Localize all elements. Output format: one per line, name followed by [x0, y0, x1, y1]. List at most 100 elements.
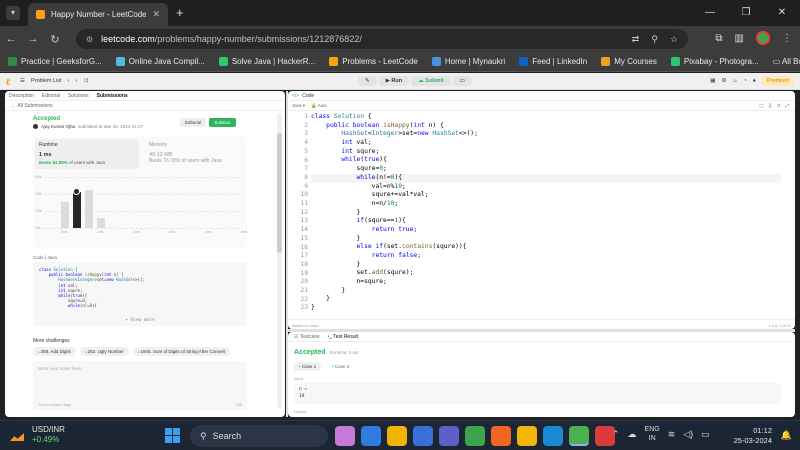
runtime-card[interactable]: Runtime 1 ms Beats 84.85% of users with …: [35, 139, 139, 169]
bookmark-item[interactable]: My Courses: [601, 57, 657, 66]
tab-submissions[interactable]: Submissions: [97, 93, 128, 99]
chevron-up-icon[interactable]: ⌃: [612, 429, 620, 440]
next-problem-icon[interactable]: ›: [75, 78, 77, 84]
tab-test-result[interactable]: ›_ Test Result: [328, 334, 358, 340]
menu-icon[interactable]: ⋮: [782, 33, 792, 44]
tab-testcase[interactable]: ☑ Testcase: [294, 334, 320, 340]
fullscreen-icon[interactable]: ⤢: [785, 103, 789, 109]
widget-app-icon[interactable]: [335, 426, 355, 446]
leetcode-logo-icon[interactable]: ℓ: [6, 77, 15, 87]
list-icon[interactable]: ☰: [20, 78, 25, 84]
code-line[interactable]: else if(set.contains(squre)){: [311, 243, 781, 252]
code-line[interactable]: }: [311, 235, 781, 244]
copilot-icon[interactable]: [361, 426, 381, 446]
histogram-bar[interactable]: [61, 202, 69, 228]
tab-description[interactable]: Description: [9, 93, 34, 99]
histogram-bar[interactable]: [85, 190, 93, 228]
back-icon[interactable]: ←: [0, 33, 22, 45]
code-area[interactable]: class Solution { public boolean isHappy(…: [311, 113, 781, 313]
left-scrollbar[interactable]: [277, 113, 282, 409]
reload-icon[interactable]: ↻: [44, 33, 66, 46]
bookmark-item[interactable]: Feed | LinkedIn: [519, 57, 587, 66]
wifi-icon[interactable]: ≋: [668, 429, 676, 440]
start-icon[interactable]: [165, 428, 180, 443]
store-icon[interactable]: [413, 426, 433, 446]
problem-list-link[interactable]: Problem List: [31, 78, 62, 84]
bookmark-item[interactable]: Home | Mynaukri: [431, 57, 505, 66]
code-line[interactable]: class Solution {: [311, 113, 781, 122]
view-more-link[interactable]: ▾ View more: [33, 318, 247, 323]
code-line[interactable]: squre+=val*val;: [311, 191, 781, 200]
chrome-icon[interactable]: [569, 426, 589, 446]
bookmark-item[interactable]: Practice | GeeksforG...: [8, 57, 102, 66]
code-line[interactable]: }: [311, 287, 781, 296]
folder-icon[interactable]: [517, 426, 537, 446]
streak-icon[interactable]: ♨: [732, 78, 737, 84]
volume-icon[interactable]: ◁): [683, 429, 693, 440]
code-line[interactable]: }: [311, 304, 781, 313]
code-line[interactable]: public boolean isHappy(int n) {: [311, 122, 781, 131]
ticker-widget[interactable]: USD/INR +0.49%: [10, 425, 65, 445]
code-line[interactable]: HashSet<Integer>set=new HashSet<>();: [311, 130, 781, 139]
sidepanel-icon[interactable]: ▥: [735, 33, 744, 44]
settings-icon[interactable]: ⚙: [721, 78, 726, 84]
notification-icon[interactable]: ◔: [743, 78, 746, 84]
tab-editorial[interactable]: Editorial: [42, 93, 60, 99]
memory-card[interactable]: Memory 40.12 MB Beats 76.78% of users wi…: [145, 139, 245, 169]
minimize-icon[interactable]: —: [692, 0, 728, 26]
notes-icon[interactable]: ▭: [452, 76, 472, 86]
cloud-icon[interactable]: ☁: [628, 429, 637, 440]
user-avatar[interactable]: ●: [753, 78, 756, 84]
prev-problem-icon[interactable]: ‹: [68, 78, 70, 84]
submit-button[interactable]: ☁ Submit: [411, 76, 451, 86]
code-tab[interactable]: Code: [302, 93, 314, 99]
related-tags-select[interactable]: Select related tags: [38, 402, 71, 407]
translate-icon[interactable]: ⇄: [632, 34, 640, 45]
histogram-bar[interactable]: [97, 218, 105, 228]
code-line[interactable]: }: [311, 261, 781, 270]
code-line[interactable]: n=squre;: [311, 278, 781, 287]
bookmark-item[interactable]: Problems - LeetCode: [329, 57, 418, 66]
bookmark-icon[interactable]: ▢: [759, 103, 763, 109]
shuffle-icon[interactable]: ⤨: [83, 78, 87, 85]
zoom-icon[interactable]: ⚲: [651, 34, 658, 45]
solution-button[interactable]: Solution: [209, 118, 236, 127]
battery-icon[interactable]: ▭: [701, 429, 710, 440]
challenge-chip[interactable]: 1945. Sum of Digits of String After Conv…: [132, 347, 231, 356]
code-line[interactable]: }: [311, 295, 781, 304]
tab-solutions[interactable]: Solutions: [68, 93, 89, 99]
code-line[interactable]: int val;: [311, 139, 781, 148]
teams-icon[interactable]: [439, 426, 459, 446]
all-bookmarks-button[interactable]: ▭ All Bookmarks: [773, 57, 800, 66]
site-info-icon[interactable]: ⚙: [86, 35, 93, 44]
notes-area[interactable]: Write your notes here Select related tag…: [33, 361, 247, 411]
debug-icon[interactable]: ✎: [358, 76, 377, 86]
close-window-icon[interactable]: ✕: [764, 0, 800, 26]
browser-tab-active[interactable]: Happy Number - LeetCode ✕: [28, 3, 168, 26]
case-tab[interactable]: Case 1: [294, 362, 322, 371]
challenge-chip[interactable]: 263. Ugly Number: [79, 347, 129, 356]
clock[interactable]: 01:12 25-03-2024: [734, 426, 772, 446]
run-button[interactable]: ▶ Run: [378, 76, 410, 86]
app-icon[interactable]: [465, 426, 485, 446]
all-submissions-link[interactable]: ← All Submissions: [5, 101, 285, 111]
language-indicator[interactable]: ENG IN: [645, 425, 660, 443]
taskbar-search[interactable]: ⚲ Search: [190, 425, 328, 447]
code-line[interactable]: int squre;: [311, 148, 781, 157]
code-line[interactable]: while(n!=0){: [311, 173, 781, 183]
layout-icon[interactable]: ▦: [710, 78, 715, 84]
profile-avatar[interactable]: [756, 31, 770, 45]
star-icon[interactable]: ☆: [670, 34, 678, 45]
notification-bell-icon[interactable]: 🔔: [781, 430, 792, 441]
code-line[interactable]: val=n%10;: [311, 183, 781, 192]
code-line[interactable]: while(true){: [311, 156, 781, 165]
app-icon[interactable]: [491, 426, 511, 446]
braces-icon[interactable]: {}: [769, 103, 772, 109]
auto-complete-toggle[interactable]: 🔒 Auto: [311, 103, 327, 109]
edge-icon[interactable]: [543, 426, 563, 446]
forward-icon[interactable]: →: [22, 33, 44, 45]
file-explorer-icon[interactable]: [387, 426, 407, 446]
bookmark-item[interactable]: Solve Java | HackerR...: [218, 57, 315, 66]
close-tab-icon[interactable]: ✕: [152, 9, 160, 20]
extensions-icon[interactable]: ⧉: [715, 33, 722, 44]
